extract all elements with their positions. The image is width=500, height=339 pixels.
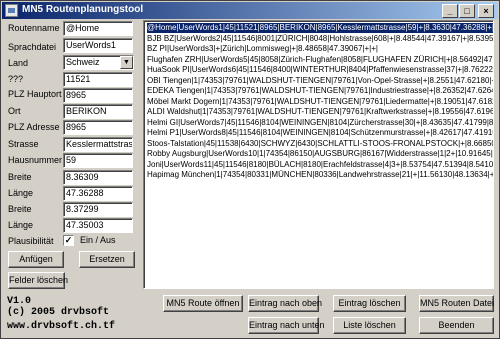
list-item[interactable]: OBI Tiengen|1|74353|79761|WALDSHUT-TIENG… (147, 76, 493, 86)
main-window: MN5 Routenplanungstool _ □ × Routenname … (0, 0, 500, 339)
liste-loeschen-button[interactable]: Liste löschen (333, 317, 406, 334)
copyright-text: (c) 2005 drvbsoft (7, 307, 110, 318)
strasse-label: Strasse (8, 139, 39, 149)
breite1-label: Breite (8, 172, 32, 182)
routenname-label: Routenname (8, 23, 60, 33)
chevron-down-icon[interactable]: ▼ (120, 56, 133, 69)
route-oeffnen-button[interactable]: MN5 Route öffnen (163, 295, 243, 312)
beenden-button[interactable]: Beenden (419, 317, 494, 334)
title-bar[interactable]: MN5 Routenplanungstool _ □ × (2, 2, 498, 19)
plz-adresse-input[interactable]: 8965 (63, 120, 133, 135)
plausibilitaet-checkbox[interactable]: ✓ (63, 235, 74, 246)
list-item[interactable]: BJB BZ|UserWords2|45|11546|8001|ZÜRICH|8… (147, 34, 493, 44)
app-icon (5, 4, 18, 17)
list-item[interactable]: HuaSook PI|UserWords6|45|11546|8400|WINT… (147, 65, 493, 75)
plausibilitaet-checkbox-label: Ein / Aus (80, 235, 116, 245)
window-title: MN5 Routenplanungstool (22, 4, 144, 15)
land-select-value: Schweiz (66, 57, 100, 67)
laenge1-input[interactable]: 47.36288 (63, 186, 133, 201)
website-text: www.drvbsoft.ch.tf (7, 321, 116, 332)
maximize-button[interactable]: □ (459, 4, 475, 18)
sprachdatei-input[interactable]: UserWords1 (63, 38, 133, 53)
eintrag-nach-unten-button[interactable]: Eintrag nach unten (248, 317, 325, 334)
ort-label: Ort (8, 106, 21, 116)
close-button[interactable]: × (478, 4, 494, 18)
route-list[interactable]: @Home|UserWords1|45|11521|8965|BERIKON|8… (143, 20, 494, 289)
breite2-input[interactable]: 8.37299 (63, 202, 133, 217)
list-item[interactable]: Hapimag München|1|74354|80331|MÜNCHEN|80… (147, 170, 493, 180)
felder-loeschen-button[interactable]: Felder löschen (8, 272, 68, 289)
list-item[interactable]: Robby Augsburg|UserWords10|1|74354|86150… (147, 149, 493, 159)
strasse-input[interactable]: Kesslermattstrasse (63, 137, 133, 152)
plz-hauptort-label: PLZ Hauptort (8, 89, 62, 99)
plz-hauptort-input[interactable]: 8965 (63, 88, 133, 103)
list-item[interactable]: Helmi P1|UserWords8|45|11546|8104|WEININ… (147, 128, 493, 138)
plausibilitaet-label: Plausibilität (8, 236, 54, 246)
sprachdatei-label: Sprachdatei (8, 42, 57, 52)
list-item[interactable]: BZ PI|UserWords3|+|Zürich|Lommisweg|+|8.… (147, 44, 378, 54)
list-item[interactable]: Helmi GI|UserWords7|45|11546|8104|WEININ… (147, 118, 493, 128)
qqq-input[interactable]: 11521 (63, 72, 133, 87)
routenname-input[interactable]: @Home (63, 21, 133, 36)
ersetzen-button[interactable]: Ersetzen (79, 251, 135, 268)
land-label: Land (8, 58, 29, 68)
version-text: V1.0 (7, 296, 32, 307)
hausnummer-label: Hausnummer (8, 155, 63, 165)
anfuegen-button[interactable]: Anfügen (8, 251, 64, 268)
eintrag-loeschen-button[interactable]: Eintrag löschen (333, 295, 406, 312)
qqq-label: ??? (8, 74, 24, 84)
list-item[interactable]: Flughafen ZRH|UserWords5|45|8058|Zürich-… (147, 55, 493, 65)
list-item[interactable]: EDEKA Tiengen|1|74353|79761|WALDSHUT-TIE… (147, 86, 493, 96)
plz-adresse-label: PLZ Adresse (8, 122, 60, 132)
breite1-input[interactable]: 8.36309 (63, 170, 133, 185)
minimize-button[interactable]: _ (442, 4, 458, 18)
list-item[interactable]: Stoos-Talstation|45|11538|6430|SCHWYZ|64… (147, 139, 493, 149)
list-item[interactable]: ALDI Waldshut|1|74353|79761|WALDSHUT-TIE… (147, 107, 493, 117)
laenge2-label: Länge (8, 220, 34, 230)
laenge1-label: Länge (8, 188, 34, 198)
routen-datei-button[interactable]: MN5 Routen Datei (419, 295, 494, 312)
ort-input[interactable]: BERIKON (63, 104, 133, 119)
breite2-label: Breite (8, 204, 32, 214)
list-item[interactable]: Joni|UserWords11|45|11546|8180|BÜLACH|81… (147, 160, 493, 170)
land-select[interactable]: Schweiz ▼ (63, 55, 134, 70)
list-item[interactable]: @Home|UserWords1|45|11521|8965|BERIKON|8… (147, 23, 493, 33)
list-item[interactable]: Möbel Markt Dogern|1|74353|79761|WALDSHU… (147, 97, 493, 107)
hausnummer-input[interactable]: 59 (63, 153, 133, 168)
eintrag-nach-oben-button[interactable]: Eintrag nach oben (248, 295, 322, 312)
laenge2-input[interactable]: 47.35003 (63, 218, 133, 233)
